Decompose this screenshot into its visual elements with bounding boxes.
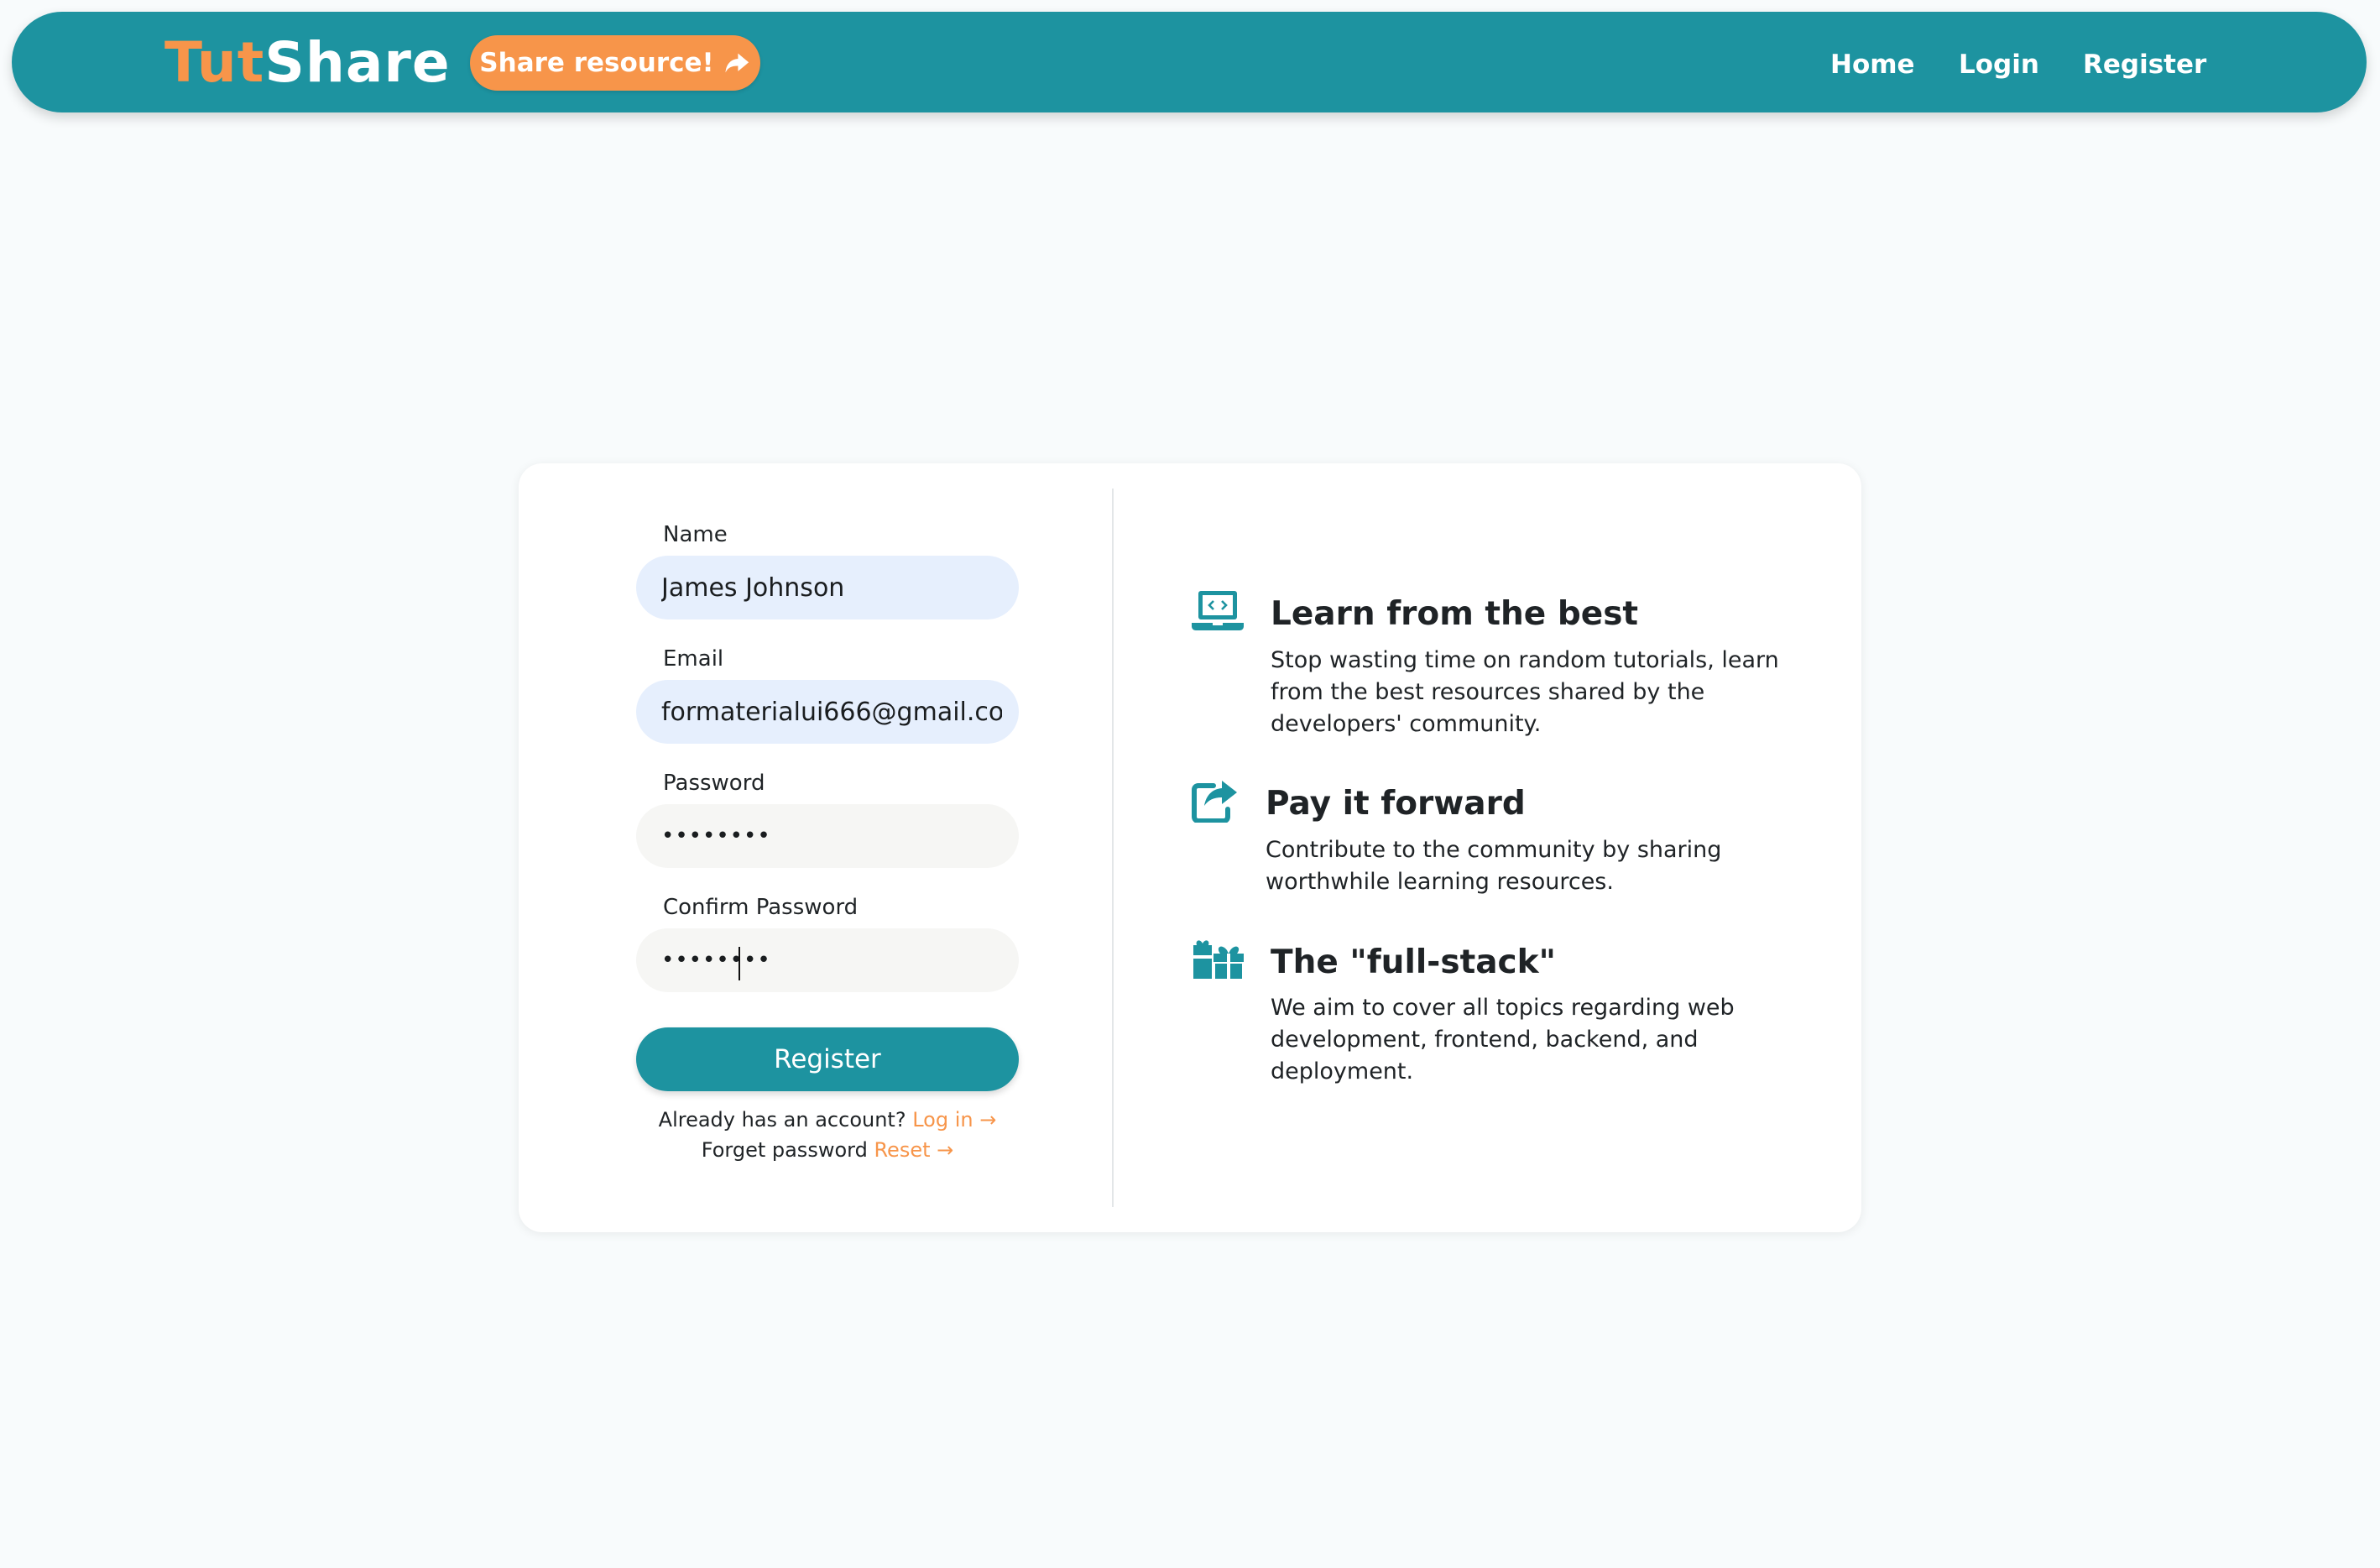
feature-learn-desc-line: Stop wasting time on random tutorials, l… bbox=[1271, 647, 1779, 673]
logo-share: Share bbox=[264, 30, 451, 95]
logo-tut: Tut bbox=[164, 30, 265, 95]
tutshare-logo[interactable]: TutShare bbox=[164, 35, 451, 91]
text-caret bbox=[739, 947, 740, 980]
top-navbar: TutShare Share resource! Home Login Regi… bbox=[12, 12, 2367, 112]
card-divider bbox=[1112, 489, 1114, 1207]
login-helper: Already has an account? Log in → bbox=[636, 1110, 1019, 1130]
feature-full-stack-desc-line: deployment. bbox=[1271, 1058, 1414, 1085]
reset-helper: Forget password Reset → bbox=[636, 1140, 1019, 1160]
feature-full-stack-desc: We aim to cover all topics regarding web… bbox=[1271, 992, 1735, 1088]
share-resource-label: Share resource! bbox=[479, 48, 714, 78]
feature-learn-title: Learn from the best bbox=[1271, 595, 1639, 633]
name-label: Name bbox=[663, 522, 728, 547]
nav-register-link[interactable]: Register bbox=[2083, 52, 2206, 78]
confirm-password-input[interactable] bbox=[636, 928, 1019, 992]
reset-link[interactable]: Reset → bbox=[874, 1138, 953, 1162]
account-prompt: Already has an account? bbox=[658, 1108, 906, 1132]
feature-learn-desc-line: from the best resources shared by the bbox=[1271, 679, 1705, 705]
email-input[interactable] bbox=[636, 680, 1019, 744]
feature-learn-desc: Stop wasting time on random tutorials, l… bbox=[1271, 645, 1779, 740]
nav-login-link[interactable]: Login bbox=[1959, 52, 2039, 78]
feature-pay-forward-desc-line: worthwhile learning resources. bbox=[1266, 869, 1614, 895]
gifts-icon bbox=[1193, 940, 1244, 979]
share-square-icon bbox=[1192, 781, 1237, 823]
feature-full-stack-title: The "full-stack" bbox=[1271, 943, 1556, 981]
password-input[interactable] bbox=[636, 804, 1019, 868]
feature-pay-forward-desc: Contribute to the community by sharing w… bbox=[1266, 834, 1721, 898]
share-resource-button[interactable]: Share resource! bbox=[470, 35, 760, 91]
feature-pay-forward-title: Pay it forward bbox=[1266, 785, 1526, 823]
login-link[interactable]: Log in → bbox=[912, 1108, 996, 1132]
forgot-prompt: Forget password bbox=[701, 1138, 868, 1162]
feature-pay-forward-desc-line: Contribute to the community by sharing bbox=[1266, 837, 1722, 863]
feature-full-stack-desc-line: development, frontend, backend, and bbox=[1271, 1027, 1699, 1053]
nav-home-link[interactable]: Home bbox=[1830, 52, 1915, 78]
share-arrow-icon bbox=[725, 53, 749, 73]
feature-learn-desc-line: developers' community. bbox=[1271, 711, 1542, 737]
feature-full-stack-desc-line: We aim to cover all topics regarding web bbox=[1271, 995, 1735, 1021]
email-label: Email bbox=[663, 646, 724, 672]
laptop-code-icon bbox=[1192, 591, 1244, 630]
register-submit-button[interactable]: Register bbox=[636, 1027, 1019, 1091]
password-label: Password bbox=[663, 771, 765, 796]
confirm-password-label: Confirm Password bbox=[663, 895, 859, 920]
register-card: Name Email Password Confirm Password Reg… bbox=[519, 463, 1861, 1232]
name-input[interactable] bbox=[636, 556, 1019, 619]
